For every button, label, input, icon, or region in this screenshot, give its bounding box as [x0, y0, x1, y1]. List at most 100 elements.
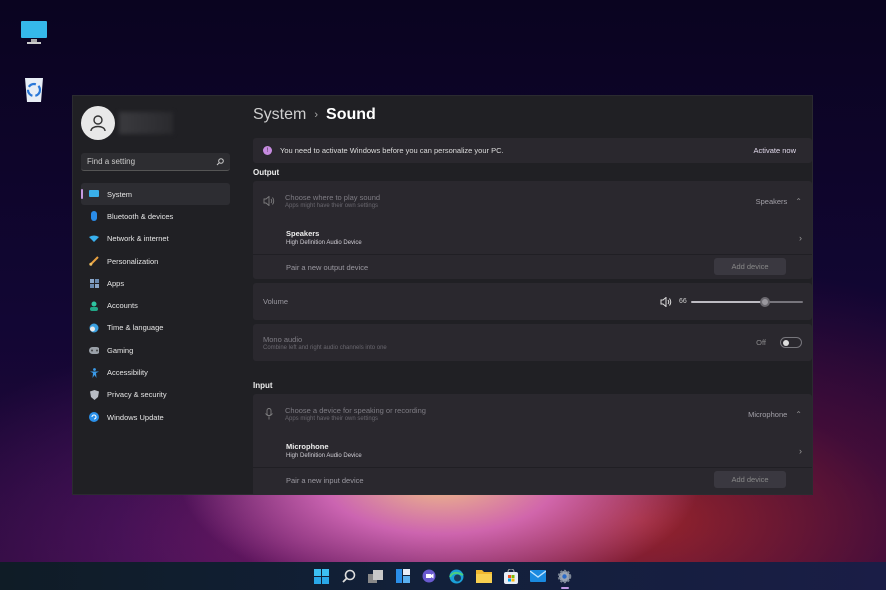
add-output-device-button[interactable]: Add device — [714, 258, 786, 275]
sidebar-item-label: Privacy & security — [107, 390, 167, 400]
account-name-redacted — [119, 112, 173, 134]
sidebar-nav: System Bluetooth & devices Network & int… — [81, 183, 230, 428]
taskbar-mail-button[interactable] — [529, 567, 547, 585]
store-icon — [503, 568, 518, 584]
sidebar-item-label: Apps — [107, 278, 125, 288]
input-heading: Input — [253, 381, 273, 390]
accessibility-icon — [89, 367, 99, 378]
sidebar-item-system[interactable]: System — [81, 183, 230, 206]
choose-input-title: Choose a device for speaking or recordin… — [285, 406, 426, 415]
activate-now-link[interactable]: Activate now — [753, 146, 796, 155]
info-icon: ! — [263, 146, 272, 155]
mono-audio-row: Mono audio Combine left and right audio … — [253, 324, 812, 361]
sidebar-item-label: Windows Update — [107, 412, 164, 422]
widgets-icon — [395, 569, 410, 583]
sidebar-item-personalization[interactable]: Personalization — [81, 250, 230, 272]
selected-output: Speakers — [755, 196, 788, 206]
taskbar — [0, 562, 886, 590]
choose-output-row[interactable]: Choose where to play sound Apps might ha… — [253, 181, 812, 221]
taskbar-chat-button[interactable] — [421, 567, 439, 585]
volume-value: 66 — [679, 298, 687, 305]
toggle-knob — [783, 340, 789, 346]
edge-icon — [449, 569, 464, 583]
chevron-right-icon: › — [799, 445, 802, 456]
search-input[interactable]: Find a setting — [81, 153, 230, 171]
chevron-up-icon[interactable]: ⌃ — [795, 197, 802, 206]
sidebar-item-privacy[interactable]: Privacy & security — [81, 384, 230, 406]
taskbar-task-view-button[interactable] — [367, 567, 385, 585]
sidebar-item-windows-update[interactable]: Windows Update — [81, 406, 230, 428]
volume-slider-thumb[interactable] — [759, 297, 770, 307]
choose-input-subtitle: Apps might have their own settings — [285, 416, 379, 422]
speaker-icon — [263, 196, 275, 206]
chevron-up-icon[interactable]: ⌃ — [795, 410, 802, 419]
microphone-device-row[interactable]: Microphone High Definition Audio Device … — [253, 434, 812, 467]
sidebar-item-network[interactable]: Network & internet — [81, 228, 230, 250]
output-device-desc: High Definition Audio Device — [286, 240, 362, 246]
user-icon — [90, 115, 106, 132]
update-icon — [89, 412, 99, 423]
taskbar-widgets-button[interactable] — [394, 567, 412, 585]
taskbar-file-explorer-button[interactable] — [475, 567, 493, 585]
sidebar-item-bluetooth[interactable]: Bluetooth & devices — [81, 205, 230, 227]
breadcrumb: System › Sound — [253, 106, 376, 124]
microphone-icon — [265, 408, 273, 420]
sidebar-item-label: System — [107, 189, 133, 199]
taskbar-search-button[interactable] — [340, 567, 358, 585]
page-title: Sound — [326, 106, 376, 123]
mono-audio-state: Off — [756, 338, 766, 347]
activation-message: You need to activate Windows before you … — [280, 146, 504, 155]
sidebar-item-label: Time & language — [107, 323, 164, 333]
pair-output-label: Pair a new output device — [286, 262, 369, 272]
choose-output-title: Choose where to play sound — [285, 193, 381, 202]
taskbar-store-button[interactable] — [502, 567, 520, 585]
mail-icon — [529, 570, 546, 582]
apps-icon — [89, 278, 99, 288]
recycle-bin-desktop-icon[interactable] — [18, 72, 50, 104]
main-content: System › Sound ! You need to activate Wi… — [253, 96, 812, 494]
volume-icon[interactable] — [660, 297, 672, 307]
mono-audio-title: Mono audio — [263, 334, 303, 344]
activation-banner: ! You need to activate Windows before yo… — [253, 138, 812, 163]
choose-output-subtitle: Apps might have their own settings — [285, 203, 379, 209]
gamepad-icon — [89, 345, 99, 355]
add-input-device-button[interactable]: Add device — [714, 471, 786, 488]
sidebar-item-label: Accessibility — [107, 368, 148, 378]
output-heading: Output — [253, 168, 280, 177]
volume-slider-track[interactable] — [691, 301, 803, 303]
bluetooth-icon — [89, 211, 99, 222]
speakers-device-row[interactable]: Speakers High Definition Audio Device › — [253, 221, 812, 254]
selected-input: Microphone — [748, 409, 788, 419]
input-device-name: Microphone — [286, 442, 329, 451]
output-device-name: Speakers — [286, 229, 320, 238]
taskbar-edge-button[interactable] — [448, 567, 466, 585]
accounts-icon — [89, 301, 99, 311]
search-icon — [341, 569, 355, 583]
sidebar-item-accessibility[interactable]: Accessibility — [81, 361, 230, 383]
search-placeholder: Find a setting — [87, 157, 136, 166]
brush-icon — [89, 256, 99, 266]
task-view-icon — [368, 569, 383, 583]
sidebar-item-label: Bluetooth & devices — [107, 211, 174, 221]
sidebar-item-time-language[interactable]: Time & language — [81, 317, 230, 339]
sidebar-item-label: Personalization — [107, 256, 159, 266]
breadcrumb-separator-icon: › — [314, 109, 319, 121]
choose-input-row[interactable]: Choose a device for speaking or recordin… — [253, 394, 812, 434]
shield-icon — [89, 389, 99, 400]
settings-window: Find a setting System Bluetooth & device… — [72, 95, 813, 495]
taskbar-start-button[interactable] — [313, 567, 331, 585]
this-pc-desktop-icon[interactable] — [18, 18, 50, 50]
sidebar-item-accounts[interactable]: Accounts — [81, 294, 230, 316]
sidebar: Find a setting System Bluetooth & device… — [73, 96, 243, 494]
settings-icon — [557, 569, 572, 583]
recycle-bin-icon — [25, 78, 43, 102]
avatar[interactable] — [81, 106, 115, 140]
sidebar-item-label: Accounts — [107, 301, 138, 311]
breadcrumb-parent[interactable]: System — [253, 106, 306, 124]
search-icon[interactable] — [216, 157, 224, 166]
taskbar-settings-button[interactable] — [556, 567, 574, 589]
sidebar-item-gaming[interactable]: Gaming — [81, 339, 230, 361]
mono-audio-subtitle: Combine left and right audio channels in… — [263, 344, 387, 351]
sidebar-item-apps[interactable]: Apps — [81, 272, 230, 294]
mono-audio-toggle[interactable] — [780, 337, 802, 348]
